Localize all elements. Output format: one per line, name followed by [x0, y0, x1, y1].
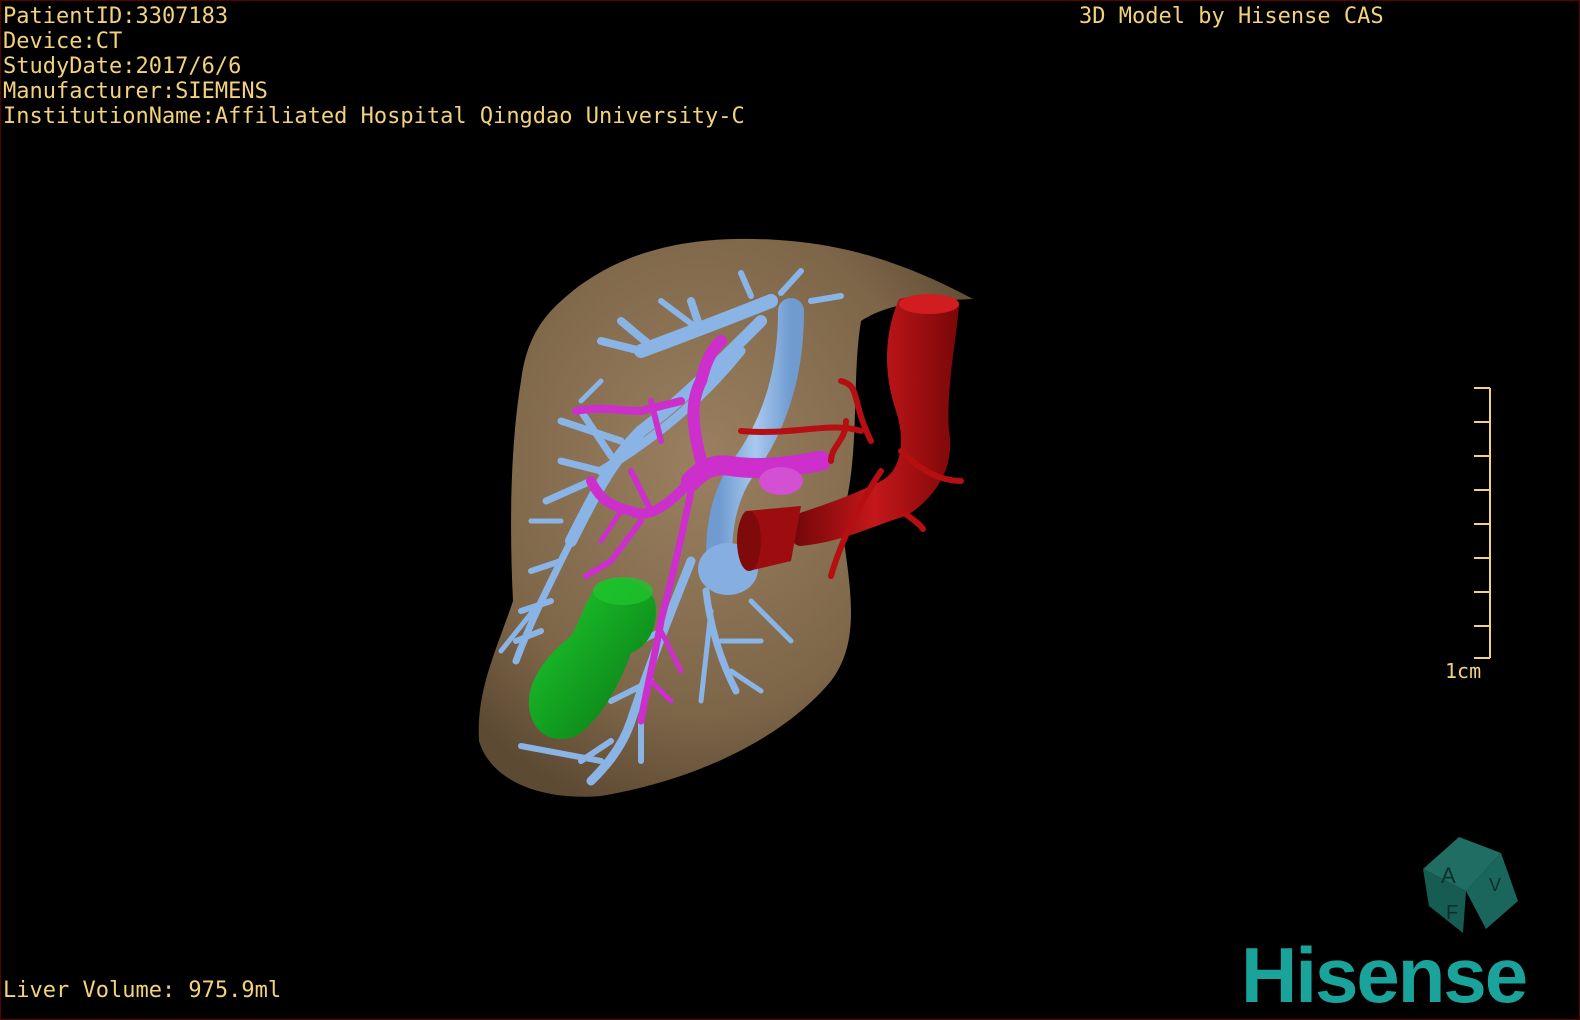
liver-3d-model[interactable]: A F V — [1, 1, 1580, 1020]
study-date-text: StudyDate:2017/6/6 — [3, 54, 242, 79]
cube-face-v: V — [1489, 875, 1501, 895]
dicom-info-overlay: PatientID:3307183 Device:CT StudyDate:20… — [3, 4, 745, 129]
manufacturer-text: Manufacturer:SIEMENS — [3, 79, 268, 104]
cube-face-f: F — [1446, 902, 1458, 924]
institution-text: InstitutionName:Affiliated Hospital Qing… — [3, 104, 745, 129]
cube-face-a: A — [1441, 863, 1456, 888]
scale-bar-label: 1cm — [1445, 659, 1482, 683]
hisense-logo: Hisense — [1241, 931, 1528, 1019]
3d-viewport[interactable]: A F V PatientID:3307183 Device:CT StudyD… — [0, 0, 1580, 1020]
device-text: Device:CT — [3, 29, 123, 54]
scale-bar — [1474, 387, 1491, 659]
orientation-cube[interactable]: A F V — [1423, 837, 1518, 933]
liver-volume-text: Liver Volume: 975.9ml — [3, 978, 282, 1003]
model-brand-text: 3D Model by Hisense CAS — [1079, 4, 1384, 29]
patient-id-text: PatientID:3307183 — [3, 4, 229, 29]
